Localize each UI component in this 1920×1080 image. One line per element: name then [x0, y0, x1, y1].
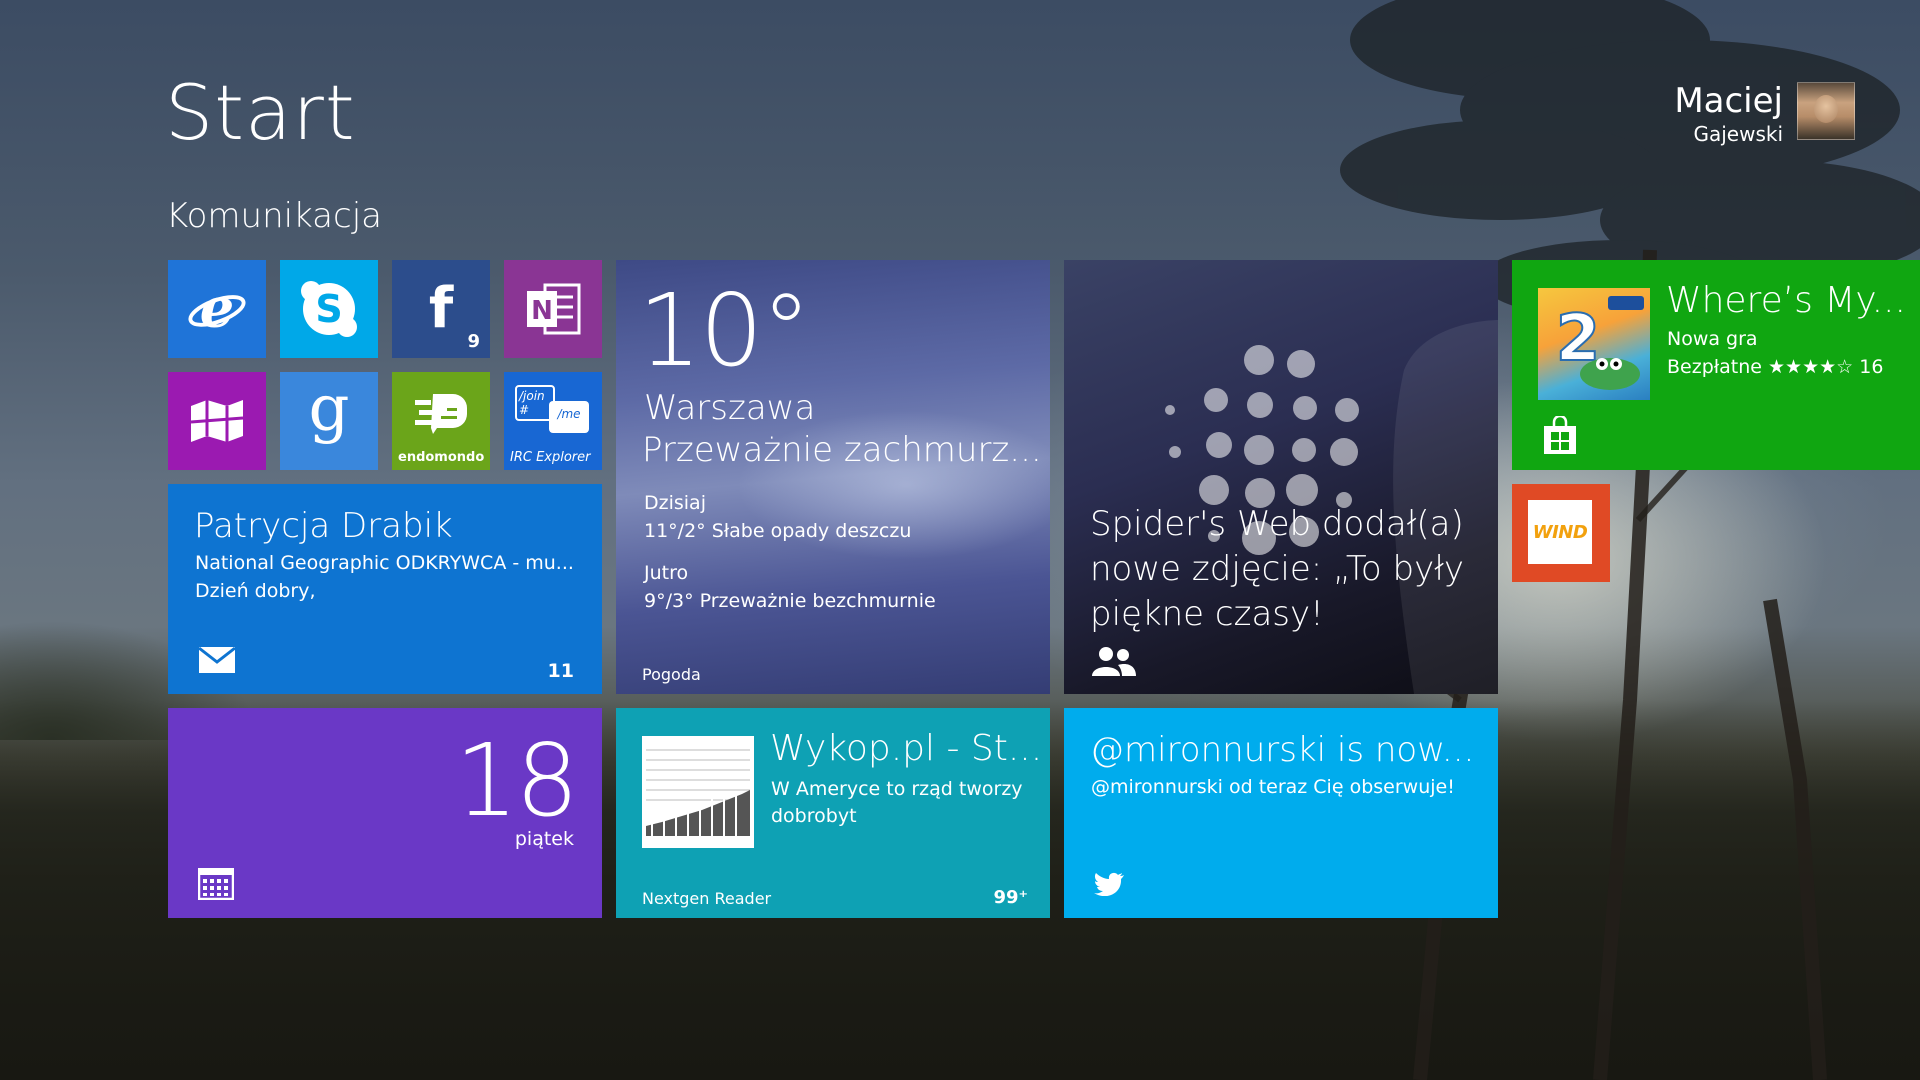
wind-logo-text: WIND — [1532, 521, 1588, 543]
group-title[interactable]: Komunikacja — [166, 196, 382, 236]
twitter-notification-text: @mironnurski od teraz Cię obserwuje! — [1091, 776, 1455, 798]
tile-irc-explorer[interactable]: /join # /me IRC Explorer — [504, 372, 602, 470]
reader-app-name: Nextgen Reader — [642, 889, 772, 908]
svg-text:e: e — [200, 280, 234, 338]
weather-today-forecast: 11°/2° Słabe opady deszczu — [644, 520, 912, 542]
endomondo-icon — [415, 394, 467, 434]
people-icon — [1092, 647, 1136, 676]
people-update-text: Spider's Web dodał(a) nowe zdjęcie: „To … — [1090, 504, 1465, 634]
twitter-icon — [1094, 872, 1124, 896]
tile-calendar[interactable]: 18 piątek — [168, 708, 602, 918]
weather-tomorrow-forecast: 9°/3° Przeważnie bezchmurnie — [644, 590, 936, 612]
store-app-subtitle: Nowa gra — [1667, 328, 1758, 350]
weather-temperature: 10° — [638, 272, 811, 389]
tile-people[interactable]: Spider's Web dodał(a) nowe zdjęcie: „To … — [1064, 260, 1498, 694]
google-icon: g — [309, 386, 350, 446]
svg-text:S: S — [315, 287, 342, 331]
svg-text:N: N — [531, 296, 553, 326]
svg-text:g: g — [309, 386, 350, 446]
calendar-weekday: piątek — [514, 828, 574, 850]
svg-text:f: f — [429, 279, 454, 339]
mail-unread-count: 11 — [547, 660, 574, 682]
tile-onenote[interactable]: N — [504, 260, 602, 358]
user-avatar-icon — [1797, 82, 1855, 140]
endomondo-label: endomondo — [398, 450, 485, 465]
tile-google[interactable]: g — [280, 372, 378, 470]
tile-maps[interactable] — [168, 372, 266, 470]
mail-icon — [198, 646, 236, 673]
calendar-day-number: 18 — [454, 722, 579, 839]
irc-explorer-label: IRC Explorer — [510, 450, 591, 465]
reader-article-title: Wykop.pl - St... — [770, 728, 1043, 769]
tile-facebook[interactable]: f 9 — [392, 260, 490, 358]
weather-app-name: Pogoda — [642, 665, 701, 684]
tile-twitter[interactable]: @mironnurski is now... @mironnurski od t… — [1064, 708, 1498, 918]
mail-subject: National Geographic ODKRYWCA - mu... — [195, 552, 574, 574]
weather-city: Warszawa — [644, 388, 816, 428]
tile-endomondo[interactable]: endomondo — [392, 372, 490, 470]
start-title: Start — [165, 68, 356, 157]
wheres-my-water-2-icon: 2 — [1538, 288, 1650, 400]
wind-logo-icon: WIND — [1528, 500, 1592, 564]
twitter-notification-title: @mironnurski is now... — [1090, 730, 1475, 770]
tile-store[interactable]: 2 Where’s My... Nowa gra Bezpłatne ★★★★☆… — [1512, 260, 1920, 470]
store-icon — [1544, 416, 1576, 454]
skype-icon: S — [301, 281, 357, 337]
weather-today-label: Dzisiaj — [644, 492, 706, 514]
facebook-icon: f — [429, 279, 454, 339]
store-app-rating: Bezpłatne ★★★★☆ 16 — [1667, 356, 1884, 378]
reader-unread-count: 99⁺ — [993, 887, 1028, 908]
weather-condition: Przeważnie zachmurz... — [642, 430, 1042, 470]
user-account[interactable]: Maciej Gajewski — [1674, 82, 1855, 146]
tile-wind[interactable]: WIND — [1512, 484, 1610, 582]
mail-preview: Dzień dobry, — [195, 580, 316, 602]
tile-skype[interactable]: S — [280, 260, 378, 358]
irc-explorer-icon: /join # /me — [504, 372, 602, 460]
weather-tomorrow-label: Jutro — [644, 562, 689, 584]
calendar-icon — [198, 868, 234, 900]
internet-explorer-icon: e — [188, 280, 246, 338]
reader-thumbnail — [642, 736, 754, 848]
reader-article-subtitle: W Ameryce to rząd tworzy dobrobyt — [771, 778, 1023, 827]
maps-icon — [190, 400, 244, 442]
facebook-badge: 9 — [467, 331, 480, 352]
tile-mail[interactable]: Patrycja Drabik National Geographic ODKR… — [168, 484, 602, 694]
tile-internet-explorer[interactable]: e — [168, 260, 266, 358]
tile-weather[interactable]: 10° Warszawa Przeważnie zachmurz... Dzis… — [616, 260, 1050, 694]
store-app-name: Where’s My... — [1666, 280, 1906, 321]
irc-bubble-me: /me — [549, 401, 589, 433]
user-first-name: Maciej — [1674, 81, 1783, 121]
mail-sender: Patrycja Drabik — [194, 506, 453, 546]
onenote-icon: N — [527, 283, 581, 335]
user-last-name: Gajewski — [1693, 122, 1783, 146]
tile-nextgen-reader[interactable]: Wykop.pl - St... W Ameryce to rząd tworz… — [616, 708, 1050, 918]
